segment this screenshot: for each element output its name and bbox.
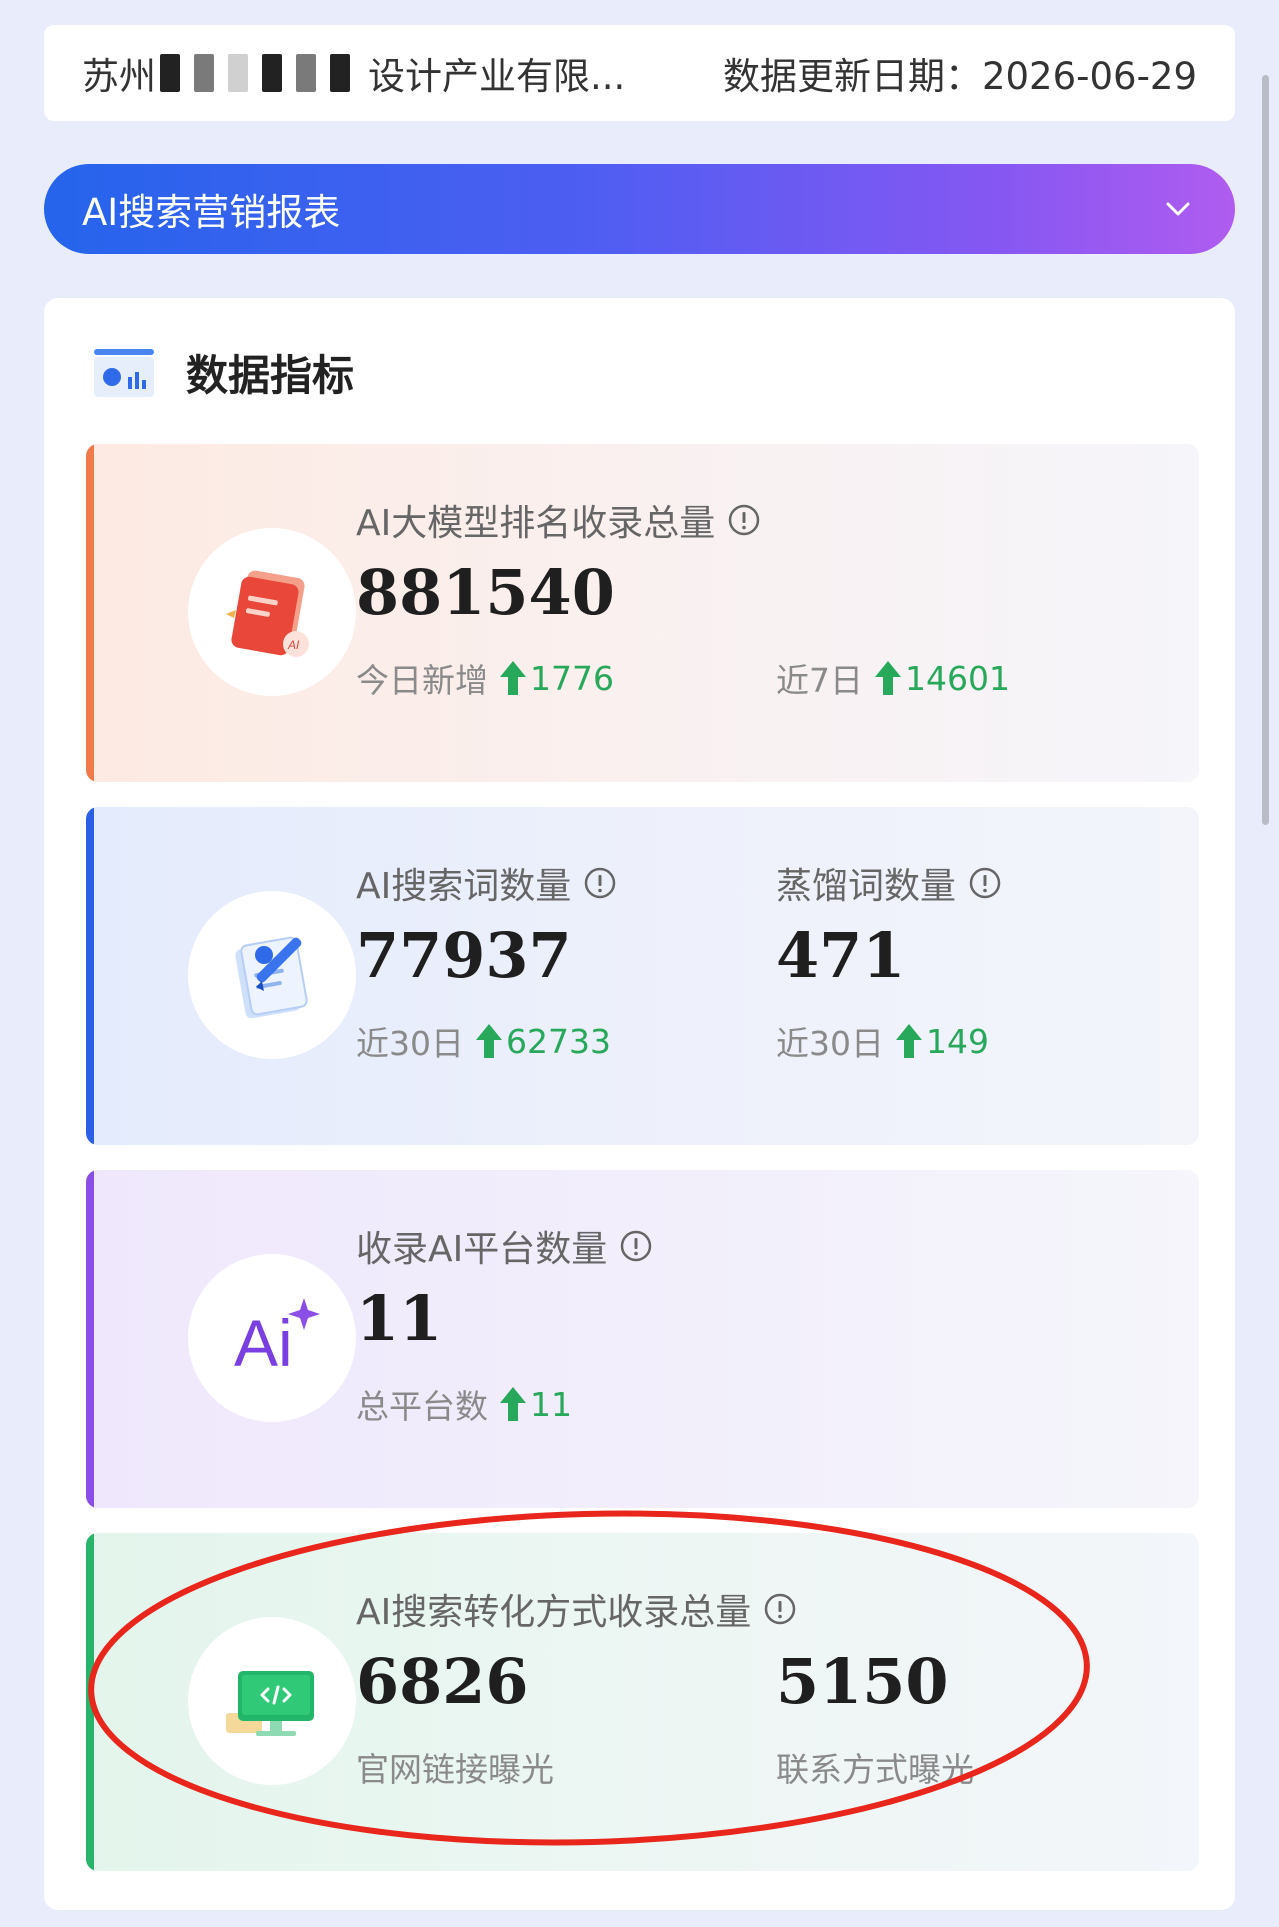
thirty-day-increase: 近30日 62733 — [356, 1017, 611, 1065]
redacted-mosaic — [160, 51, 364, 95]
info-icon[interactable] — [619, 1229, 653, 1263]
metric-value: 881540 — [356, 556, 615, 629]
info-icon[interactable] — [763, 1592, 797, 1626]
update-date-label: 数据更新日期： — [722, 55, 982, 98]
sub-label: 近30日 — [776, 1024, 884, 1063]
platform-total: 总平台数 11 — [356, 1380, 572, 1428]
chevron-down-icon — [1166, 202, 1190, 216]
arrow-up-icon — [500, 661, 526, 695]
company-name: 苏州 设计产业有限... — [82, 46, 625, 100]
card-search-terms: AI搜索词数量 77937 近30日 62733 蒸馏词数量 471 近30日 … — [86, 807, 1199, 1145]
data-chart-icon — [94, 348, 154, 397]
info-icon[interactable] — [968, 866, 1002, 900]
sub-label: 今日新增 — [356, 661, 488, 700]
sub-label: 近30日 — [356, 1024, 464, 1063]
metric-caption: 官网链接曝光 — [356, 1750, 554, 1789]
card-accent-stripe — [86, 807, 94, 1145]
scrollbar[interactable] — [1262, 75, 1269, 825]
card-accent-stripe — [86, 444, 94, 782]
arrow-up-icon — [896, 1024, 922, 1058]
metric-value: 77937 — [356, 919, 572, 992]
arrow-up-icon — [500, 1387, 526, 1421]
card-accent-stripe — [86, 1170, 94, 1508]
metric-label-text: 蒸馏词数量 — [776, 866, 957, 907]
metric-label-text: AI搜索词数量 — [356, 866, 572, 907]
info-icon[interactable] — [583, 866, 617, 900]
info-icon[interactable] — [727, 503, 761, 537]
company-name-prefix: 苏州 — [82, 55, 156, 98]
report-selector-label: AI搜索营销报表 — [82, 191, 341, 234]
data-metrics-panel: 数据指标 AI AI大模型排名收录总量 881540 今日新增 1776 近7日… — [44, 298, 1235, 1910]
report-selector[interactable]: AI搜索营销报表 — [44, 164, 1235, 254]
code-monitor-icon — [188, 1617, 356, 1785]
card-ranking-total: AI AI大模型排名收录总量 881540 今日新增 1776 近7日 1460… — [86, 444, 1199, 782]
metric-label-text: AI大模型排名收录总量 — [356, 503, 716, 544]
card-ai-platforms: Ai 收录AI平台数量 11 总平台数 11 — [86, 1170, 1199, 1508]
panel-header: 数据指标 — [92, 342, 354, 403]
card-conversion-total: AI搜索转化方式收录总量 6826 官网链接曝光 5150 联系方式曝光 — [86, 1533, 1199, 1871]
sub-value: 1776 — [530, 658, 614, 698]
metric-value: 5150 — [776, 1645, 949, 1718]
sub-label: 总平台数 — [356, 1387, 488, 1426]
sub-value: 149 — [926, 1021, 989, 1061]
metric-label: AI大模型排名收录总量 — [356, 494, 761, 546]
panel-title: 数据指标 — [186, 351, 355, 400]
notepad-pen-icon — [188, 891, 356, 1059]
metric-label: 蒸馏词数量 — [776, 857, 1002, 909]
svg-text:AI: AI — [287, 638, 300, 652]
today-increase: 今日新增 1776 — [356, 654, 614, 702]
ai-sparkle-text: Ai — [234, 1306, 293, 1380]
metric-value: 11 — [356, 1282, 443, 1355]
thirty-day-increase: 近30日 149 — [776, 1017, 989, 1065]
metric-label-text: 收录AI平台数量 — [356, 1229, 608, 1270]
trend-up: 11 — [498, 1385, 572, 1424]
card-accent-stripe — [86, 1533, 94, 1871]
metric-label: AI搜索词数量 — [356, 857, 617, 909]
company-name-suffix: 设计产业有限... — [368, 55, 626, 98]
update-date: 数据更新日期：2026-06-29 — [723, 46, 1197, 100]
sub-value: 14601 — [905, 658, 1010, 698]
trend-up: 149 — [894, 1022, 989, 1061]
sub-label: 近7日 — [776, 661, 863, 700]
metric-label-text: AI搜索转化方式收录总量 — [356, 1592, 752, 1633]
trend-up: 62733 — [474, 1022, 611, 1061]
sub-value: 62733 — [506, 1021, 611, 1061]
arrow-up-icon — [875, 661, 901, 695]
trend-up: 14601 — [873, 659, 1010, 698]
trend-up: 1776 — [498, 659, 614, 698]
week-increase: 近7日 14601 — [776, 654, 1010, 702]
ai-document-icon: AI — [188, 528, 356, 696]
arrow-up-icon — [476, 1024, 502, 1058]
ai-sparkle-icon: Ai — [188, 1254, 356, 1422]
metric-value: 6826 — [356, 1645, 529, 1718]
metric-caption: 联系方式曝光 — [776, 1750, 974, 1789]
company-header: 苏州 设计产业有限... 数据更新日期：2026-06-29 — [44, 25, 1235, 121]
update-date-value: 2026-06-29 — [981, 55, 1197, 98]
metric-label: AI搜索转化方式收录总量 — [356, 1583, 797, 1635]
metric-label: 收录AI平台数量 — [356, 1220, 653, 1272]
sub-value: 11 — [530, 1384, 572, 1424]
metric-value: 471 — [776, 919, 906, 992]
